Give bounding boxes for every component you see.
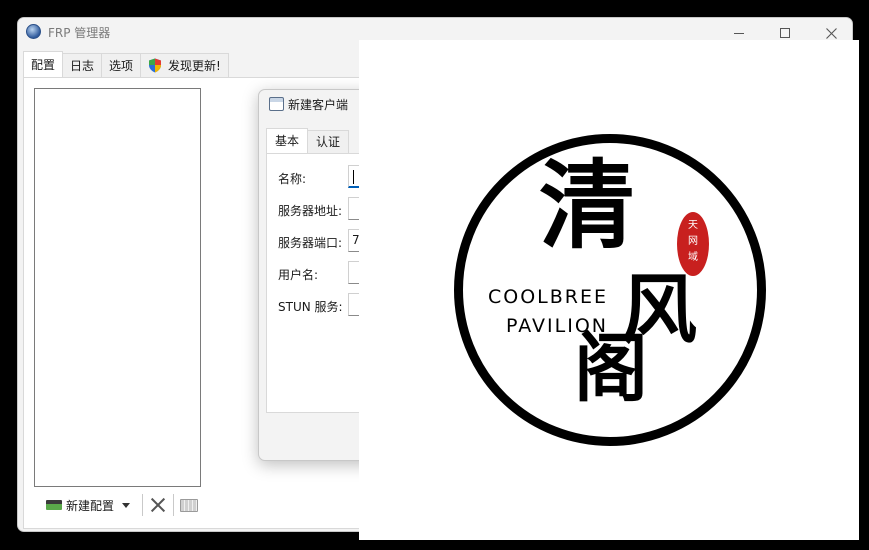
tab-log[interactable]: 日志 — [62, 53, 103, 77]
logo-char-ge: 阁 — [574, 326, 648, 412]
keyboard-icon[interactable] — [180, 498, 199, 512]
tab-options[interactable]: 选项 — [101, 53, 142, 77]
dialog-tabs: 基本 认证 — [266, 128, 350, 153]
dialog-title: 新建客户端 — [288, 98, 349, 112]
toolbar-separator — [142, 494, 144, 516]
tab-auth[interactable]: 认证 — [307, 130, 350, 153]
minimize-icon — [734, 32, 744, 34]
logo-english-line-2: PAVILION — [506, 315, 608, 337]
new-config-label: 新建配置 — [66, 498, 115, 513]
delete-icon[interactable] — [149, 496, 167, 514]
server-port-label: 服务器端口: — [278, 236, 343, 250]
red-seal-stamp: 天网域 — [677, 212, 709, 276]
seal-text: 天网域 — [688, 220, 698, 263]
server-address-label: 服务器地址: — [278, 204, 343, 218]
text-caret — [353, 169, 354, 184]
config-toolbar: 新建配置 — [40, 492, 199, 518]
stun-server-label: STUN 服务: — [278, 300, 343, 314]
shield-icon — [149, 58, 162, 73]
maximize-icon — [780, 28, 790, 38]
new-config-icon — [46, 500, 62, 510]
app-globe-icon — [26, 24, 41, 39]
logo-overlay: 清 风 阁 COOLBREE PAVILION 天网域 — [359, 40, 859, 540]
dialog-app-icon — [269, 97, 284, 111]
toolbar-separator — [173, 494, 175, 516]
tab-update-label: 发现更新! — [168, 58, 221, 73]
name-label: 名称: — [278, 172, 307, 186]
config-list[interactable] — [34, 88, 201, 487]
logo-english-line-1: COOLBREE — [488, 286, 609, 308]
tab-update[interactable]: 发现更新! — [140, 53, 229, 77]
window-title: FRP 管理器 — [48, 26, 111, 40]
close-icon — [825, 27, 837, 39]
dropdown-arrow-icon[interactable] — [122, 502, 131, 508]
username-label: 用户名: — [278, 268, 319, 282]
main-tabs: 配置 日志 选项 发现更新! — [23, 51, 229, 77]
new-config-button[interactable]: 新建配置 — [40, 493, 136, 517]
tab-basic[interactable]: 基本 — [266, 128, 309, 153]
logo-char-qing: 清 — [539, 149, 635, 262]
tab-config[interactable]: 配置 — [23, 51, 64, 77]
